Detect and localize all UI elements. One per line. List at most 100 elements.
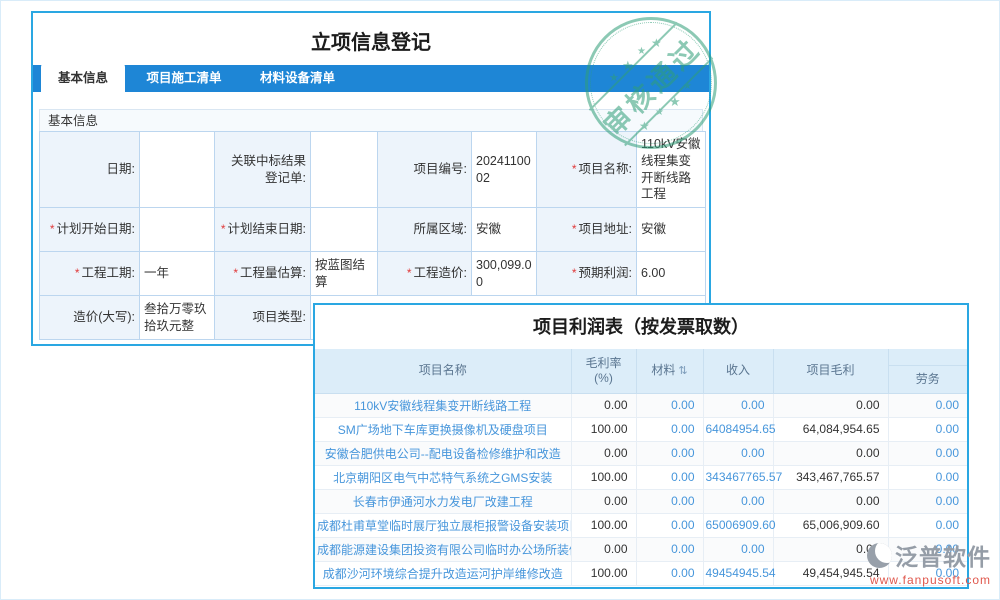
col-header-group-empty <box>888 349 967 366</box>
income-cell: 0.00 <box>703 537 774 562</box>
col-header-project-gross-profit[interactable]: 项目毛利 <box>773 349 889 394</box>
required-mark: * <box>233 266 239 281</box>
material-cell: 0.00 <box>636 465 704 490</box>
vendor-brand: 泛普软件 <box>895 544 991 570</box>
gross-margin-cell: 0.00 <box>571 489 637 514</box>
material-cell: 0.00 <box>636 393 704 418</box>
labor-cell: 0.00 <box>888 489 967 514</box>
vendor-watermark: 泛普软件 www.fanpusoft.com <box>867 538 991 587</box>
field-label-text: 工程造价: <box>413 266 467 281</box>
material-cell: 0.00 <box>636 537 704 562</box>
labor-cell: 0.00 <box>888 513 967 538</box>
gross-margin-cell: 0.00 <box>571 441 637 466</box>
project-name-link[interactable]: 安徽合肥供电公司--配电设备检修维护和改造 <box>315 441 572 466</box>
project-gross-profit-cell: 343,467,765.57 <box>773 465 889 490</box>
tab-construction-list[interactable]: 项目施工清单 <box>129 65 238 92</box>
required-mark: * <box>49 222 55 237</box>
table-row: 成都杜甫草堂临时展厅独立展柜报警设备安装项目 100.00 0.00 65006… <box>315 513 967 538</box>
project-name-link[interactable]: 北京朝阳区电气中芯特气系统之GMS安装 <box>315 465 572 490</box>
field-label-text: 关联中标结果登记单: <box>230 153 306 185</box>
field-value-quantity-estimate[interactable]: 按蓝图结算 <box>310 251 378 296</box>
project-name-link[interactable]: 长春市伊通河水力发电厂改建工程 <box>315 489 572 514</box>
required-mark: * <box>406 266 412 281</box>
field-value-cost-in-words[interactable]: 叁拾万零玖拾玖元整 <box>139 295 215 340</box>
profit-table-title: 项目利润表（按发票取数） <box>315 305 967 349</box>
field-value-expected-profit[interactable]: 6.00 <box>636 251 706 296</box>
field-value-project-name[interactable]: 110kV安徽线程集变开断线路工程 <box>636 131 706 208</box>
project-gross-profit-cell: 0.00 <box>773 441 889 466</box>
required-mark: * <box>571 266 577 281</box>
col-header-project-name[interactable]: 项目名称 <box>315 349 572 394</box>
sort-icon[interactable]: ⇅ <box>678 365 687 377</box>
income-cell: 0.00 <box>703 393 774 418</box>
field-value-plan-end[interactable] <box>310 207 378 252</box>
table-row: 安徽合肥供电公司--配电设备检修维护和改造 0.00 0.00 0.00 0.0… <box>315 441 967 466</box>
vendor-url: www.fanpusoft.com <box>869 573 991 587</box>
page-title: 立项信息登记 <box>311 32 431 54</box>
gross-margin-cell: 100.00 <box>571 417 637 442</box>
project-name-link[interactable]: 成都沙河环境综合提升改造运河护岸维修改造 <box>315 561 572 586</box>
field-label-text: 工程工期: <box>81 266 135 281</box>
section-header: 基本信息 <box>39 109 703 132</box>
field-label-region: 所属区域: <box>377 207 472 252</box>
gross-margin-cell: 100.00 <box>571 561 637 586</box>
table-row: 北京朝阳区电气中芯特气系统之GMS安装 100.00 0.00 34346776… <box>315 465 967 490</box>
tab-material-equipment-list[interactable]: 材料设备清单 <box>243 65 352 92</box>
gross-margin-cell: 100.00 <box>571 513 637 538</box>
field-label-project-no: 项目编号: <box>377 131 472 208</box>
field-label-text: 预期利润: <box>578 266 632 281</box>
table-row: 长春市伊通河水力发电厂改建工程 0.00 0.00 0.00 0.00 0.00 <box>315 489 967 514</box>
material-cell: 0.00 <box>636 513 704 538</box>
project-name-link[interactable]: SM广场地下车库更换摄像机及硬盘项目 <box>315 417 572 442</box>
project-name-link[interactable]: 110kV安徽线程集变开断线路工程 <box>315 393 572 418</box>
income-cell: 49454945.54 <box>703 561 776 586</box>
field-label-project-cost: * 工程造价: <box>377 251 472 296</box>
income-cell: 65006909.60 <box>703 513 776 538</box>
col-header-gross-margin[interactable]: 毛利率(%) <box>571 349 637 394</box>
tab-basic-info[interactable]: 基本信息 <box>41 63 126 92</box>
field-label-text: 项目类型: <box>252 310 306 325</box>
field-label-text: 项目名称: <box>578 162 632 177</box>
required-mark: * <box>571 222 577 237</box>
field-value-project-no[interactable]: 2024110002 <box>471 131 537 208</box>
income-cell: 64084954.65 <box>703 417 776 442</box>
required-mark: * <box>74 266 80 281</box>
required-mark: * <box>220 222 226 237</box>
field-value-plan-start[interactable] <box>139 207 215 252</box>
field-label-text: 项目地址: <box>578 222 632 237</box>
project-name-link[interactable]: 成都杜甫草堂临时展厅独立展柜报警设备安装项目 <box>315 513 572 538</box>
field-label-date: 日期: <box>39 131 140 208</box>
field-label-project-name: * 项目名称: <box>536 131 637 208</box>
field-value-project-cost[interactable]: 300,099.00 <box>471 251 537 296</box>
field-label-quantity-estimate: * 工程量估算: <box>214 251 311 296</box>
col-header-material[interactable]: 材料 ⇅ <box>636 349 704 394</box>
col-header-labor[interactable]: 劳务 <box>888 365 967 394</box>
gross-margin-cell: 0.00 <box>571 537 637 562</box>
material-cell: 0.00 <box>636 561 704 586</box>
tab-bar: 基本信息 项目施工清单 材料设备清单 <box>33 63 709 92</box>
col-header-material-label: 材料 <box>651 362 676 377</box>
field-label-text: 工程量估算: <box>240 266 306 281</box>
field-value-project-address[interactable]: 安徽 <box>636 207 706 252</box>
project-name-link[interactable]: 成都能源建设集团投资有限公司临时办公场所装修改 <box>315 537 572 562</box>
project-registration-panel: 立项信息登记 基本信息 项目施工清单 材料设备清单 基本信息 日期: 关联中标结… <box>31 11 711 346</box>
field-label-bid-result: 关联中标结果登记单: <box>214 131 311 208</box>
field-value-region[interactable]: 安徽 <box>471 207 537 252</box>
labor-cell: 0.00 <box>888 393 967 418</box>
col-header-income[interactable]: 收入 <box>703 349 774 394</box>
income-cell: 0.00 <box>703 489 774 514</box>
page: 立项信息登记 基本信息 项目施工清单 材料设备清单 基本信息 日期: 关联中标结… <box>0 0 1000 600</box>
gross-margin-cell: 100.00 <box>571 465 637 490</box>
field-label-text: 造价(大写): <box>73 310 135 325</box>
field-value-date[interactable] <box>139 131 215 208</box>
material-cell: 0.00 <box>636 441 704 466</box>
field-label-duration: * 工程工期: <box>39 251 140 296</box>
field-label-expected-profit: * 预期利润: <box>536 251 637 296</box>
project-gross-profit-cell: 64,084,954.65 <box>773 417 889 442</box>
field-label-text: 项目编号: <box>413 162 467 177</box>
field-value-bid-result[interactable] <box>310 131 378 208</box>
project-gross-profit-cell: 0.00 <box>773 489 889 514</box>
income-cell: 0.00 <box>703 441 774 466</box>
table-row: SM广场地下车库更换摄像机及硬盘项目 100.00 0.00 64084954.… <box>315 417 967 442</box>
field-value-duration[interactable]: 一年 <box>139 251 215 296</box>
